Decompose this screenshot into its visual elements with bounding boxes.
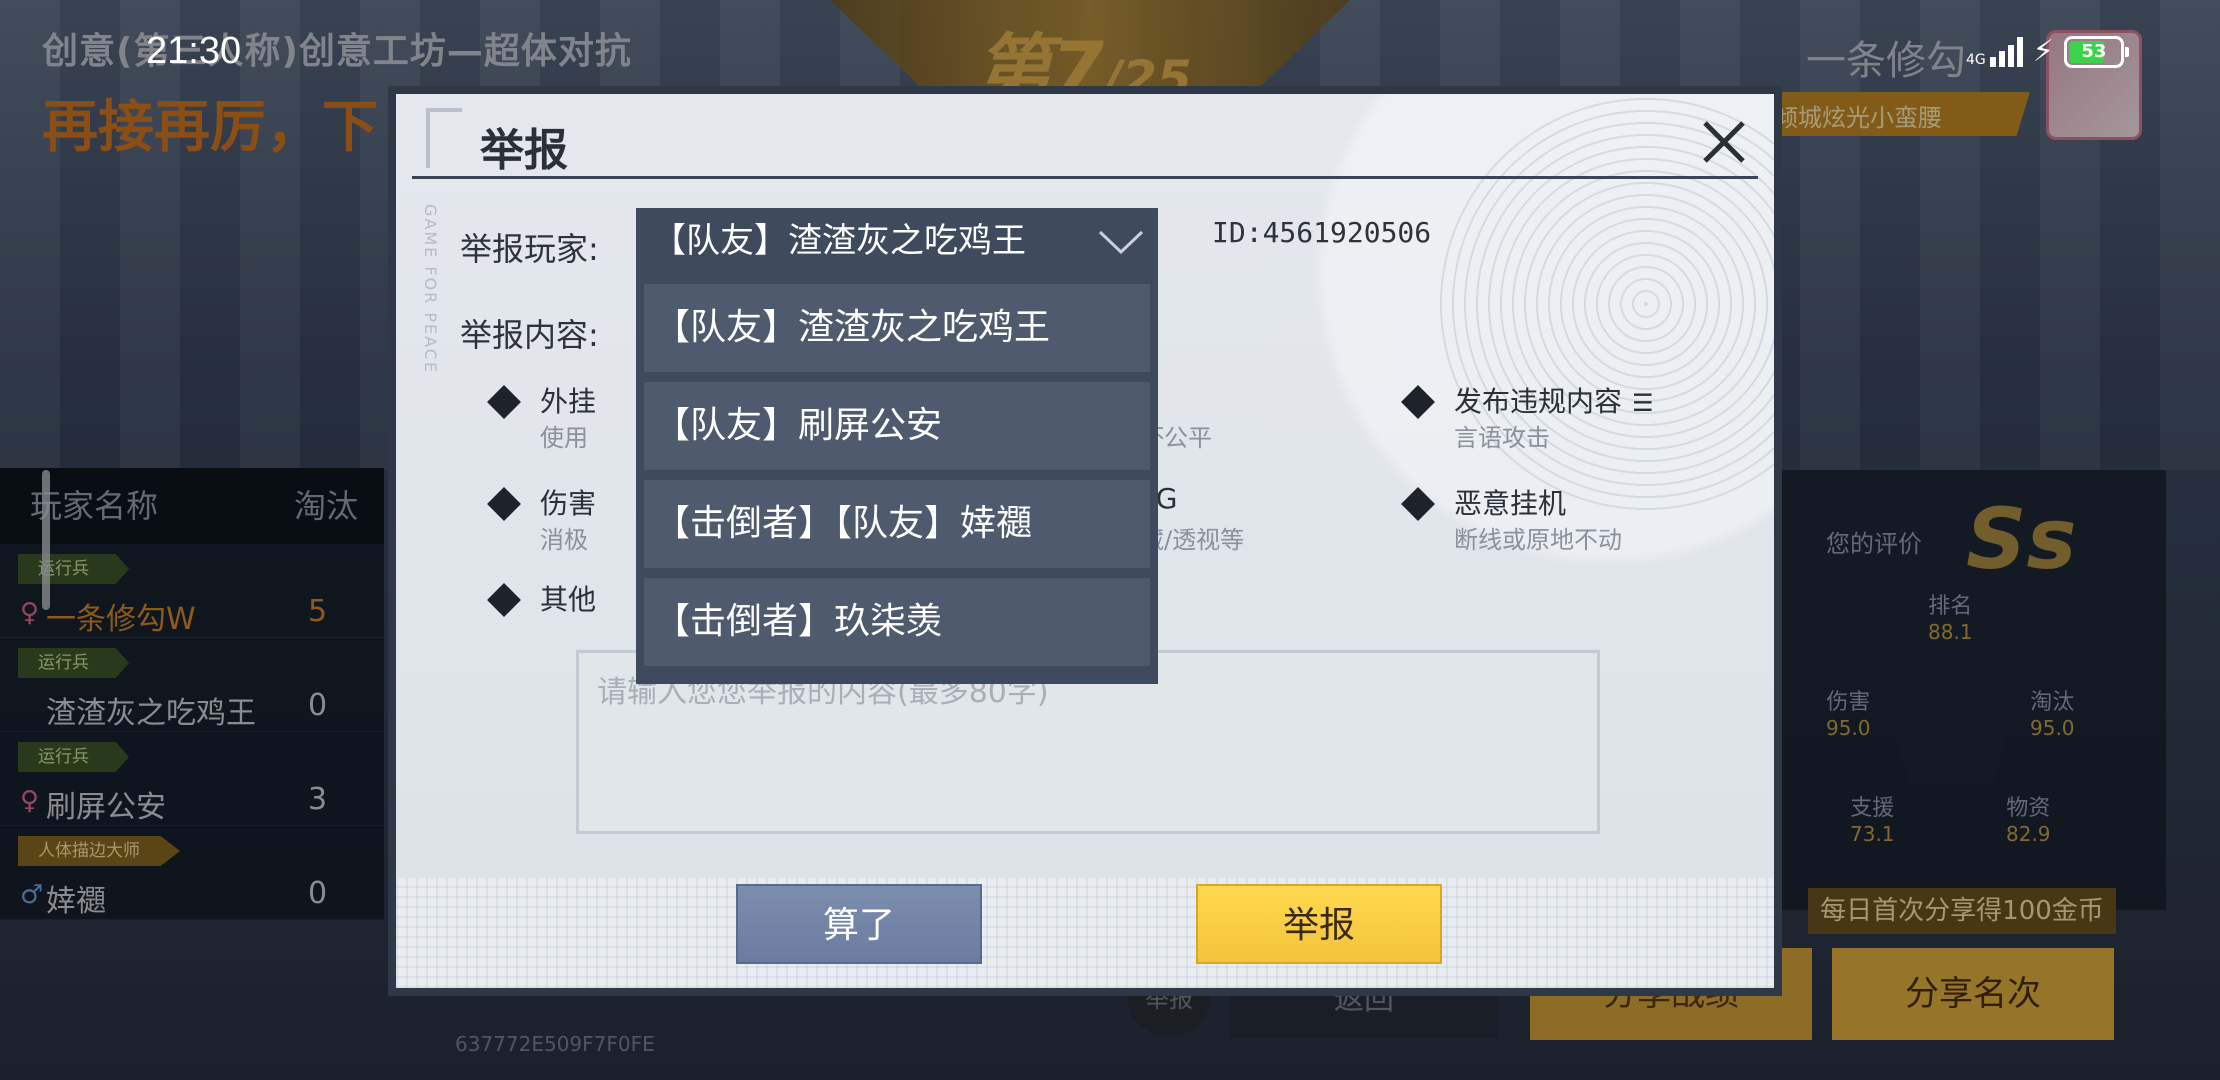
player-dropdown-list: 【队友】渣渣灰之吃鸡王 【队友】刷屏公安 【击倒者】【队友】婞禵 【击倒者】玖柒…: [636, 274, 1158, 684]
charging-icon: ⚡: [2032, 34, 2054, 69]
category-name: 恶意挂机: [1454, 487, 1567, 520]
cancel-button[interactable]: 算了: [736, 884, 982, 964]
diamond-icon: [487, 385, 521, 419]
menu-icon: ☰: [1632, 389, 1654, 417]
category-desc: 言语攻击: [1454, 424, 1550, 452]
report-dialog-body: 举报 GAME FOR PEACE 举报玩家: 举报内容: ID:4561920…: [396, 94, 1774, 988]
side-watermark: GAME FOR PEACE: [421, 204, 440, 375]
close-button[interactable]: [1696, 114, 1752, 170]
dropdown-option[interactable]: 【队友】渣渣灰之吃鸡王: [644, 284, 1150, 372]
title-decoration: [426, 108, 462, 168]
dialog-header: 举报: [396, 94, 1774, 178]
player-id: ID:4561920506: [1212, 216, 1432, 249]
battery-icon: 53: [2063, 35, 2129, 68]
report-content-label: 举报内容:: [460, 316, 599, 354]
battery-level: 53: [2081, 40, 2107, 62]
category-name: 伤害: [540, 487, 597, 520]
diamond-icon: [1401, 385, 1435, 419]
diamond-icon: [1401, 487, 1435, 521]
status-icons: 4G ⚡ 53: [1966, 34, 2129, 69]
player-select[interactable]: 【队友】渣渣灰之吃鸡王: [636, 208, 1158, 274]
report-player-label: 举报玩家:: [460, 230, 599, 268]
category-desc: 消极: [540, 526, 588, 554]
diamond-icon: [487, 487, 521, 521]
dialog-footer: [396, 878, 1774, 988]
category-name-text: 发布违规内容: [1454, 385, 1623, 418]
category-name: 发布违规内容 ☰: [1454, 380, 1654, 420]
category-name: 外挂: [540, 385, 597, 418]
category-desc: 使用: [540, 424, 588, 452]
diamond-icon: [487, 583, 521, 617]
status-time: 21:30: [146, 30, 242, 72]
header-divider: [412, 176, 1758, 179]
report-dialog: 举报 GAME FOR PEACE 举报玩家: 举报内容: ID:4561920…: [388, 86, 1782, 996]
category-name: 其他: [540, 583, 597, 616]
chevron-down-icon: [1098, 230, 1144, 254]
dropdown-option[interactable]: 【队友】刷屏公安: [644, 382, 1150, 470]
submit-report-button[interactable]: 举报: [1196, 884, 1442, 964]
dropdown-option[interactable]: 【击倒者】玖柒羡: [644, 578, 1150, 666]
player-select-value: 【队友】渣渣灰之吃鸡王: [652, 221, 1026, 261]
dialog-title: 举报: [480, 125, 568, 176]
close-icon: [1703, 121, 1745, 163]
category-desc: 断线或原地不动: [1454, 526, 1622, 554]
network-type: 4G: [1966, 51, 1986, 68]
signal-icon: 4G: [1966, 36, 2023, 68]
dropdown-option[interactable]: 【击倒者】【队友】婞禵: [644, 480, 1150, 568]
